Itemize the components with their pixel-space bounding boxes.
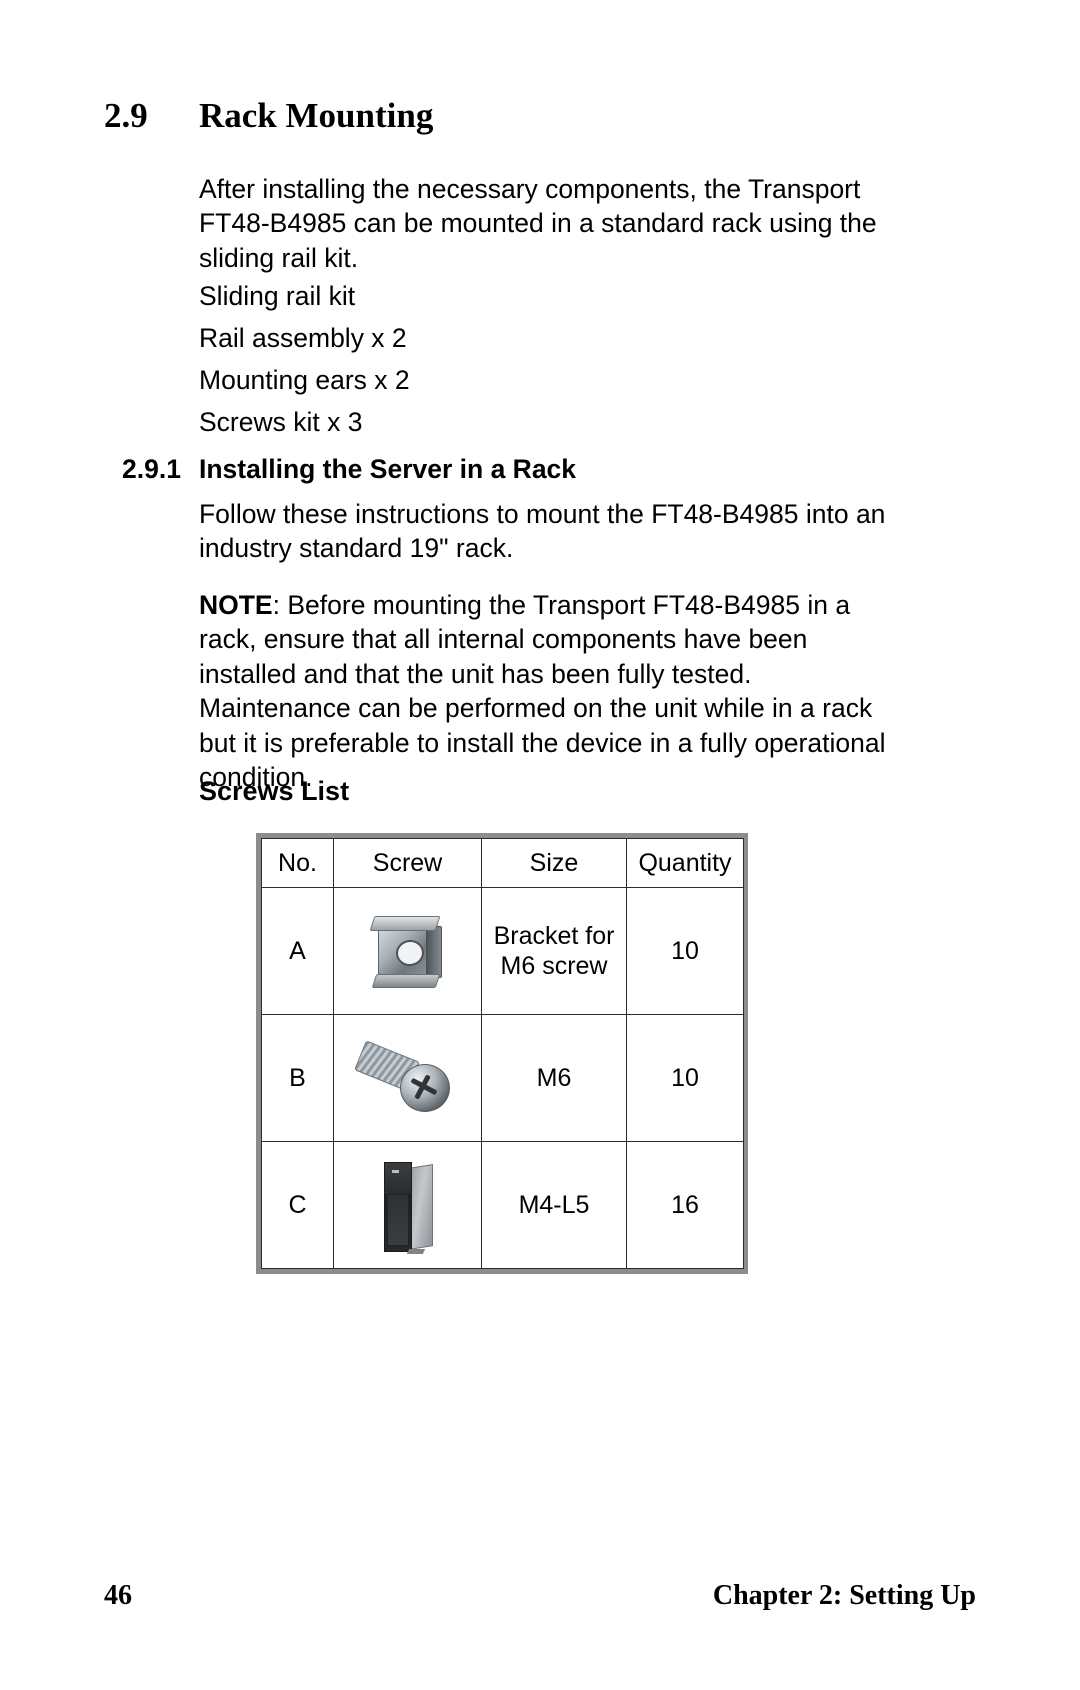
row-c-no: C (261, 1141, 334, 1269)
row-b-size: M6 (481, 1014, 627, 1142)
row-b-no: B (261, 1014, 334, 1142)
subsection-title: Installing the Server in a Rack (199, 454, 577, 484)
table-row: A Bracket for M6 screw 10 (261, 887, 744, 1015)
table-header-row: No. Screw Size Quantity (261, 838, 744, 888)
row-a-size-line2: M6 screw (500, 952, 608, 980)
cage-nut-bracket-icon (369, 912, 446, 990)
table-row: C M4-L5 16 (261, 1141, 744, 1269)
note-body: : Before mounting the Transport FT48-B49… (199, 590, 886, 793)
subsection-heading: 2.9.1 Installing the Server in a Rack (122, 453, 962, 486)
footer-chapter-label: Chapter 2: Setting Up (712, 1580, 976, 1611)
section-heading: 2.9 Rack Mounting (104, 96, 964, 136)
screws-list-table: No. Screw Size Quantity A Bracket for M6… (261, 838, 744, 1269)
table-row: B M6 10 (261, 1014, 744, 1142)
note-label: NOTE (199, 590, 273, 620)
row-c-size: M4-L5 (481, 1141, 627, 1269)
footer-page-number: 46 (104, 1580, 132, 1611)
screws-list-table-container: No. Screw Size Quantity A Bracket for M6… (256, 833, 748, 1274)
page-footer: 46 Chapter 2: Setting Up (104, 1580, 976, 1612)
kit-item-rail-assembly: Rail assembly x 2 (199, 323, 407, 353)
intro-paragraph: After installing the necessary component… (199, 174, 877, 273)
kit-item-screws-kit: Screws kit x 3 (199, 407, 363, 437)
column-header-screw: Screw (333, 838, 482, 888)
column-header-size: Size (481, 838, 627, 888)
column-header-quantity: Quantity (626, 838, 744, 888)
row-a-quantity: 10 (626, 887, 744, 1015)
page-title: Rack Mounting (199, 96, 434, 135)
row-a-size-line1: Bracket for (493, 921, 615, 950)
pan-head-screw-icon (352, 1036, 464, 1120)
section-number: 2.9 (104, 96, 148, 135)
document-page: 2.9 Rack Mounting After installing the n… (0, 0, 1080, 1690)
row-a-screw-image-cell (333, 887, 482, 1015)
row-b-quantity: 10 (626, 1014, 744, 1142)
note-paragraph: NOTE: Before mounting the Transport FT48… (199, 588, 899, 795)
kit-item-sliding-rail-kit: Sliding rail kit (199, 281, 356, 311)
screws-list-heading: Screws List (199, 776, 350, 806)
row-c-screw-image-cell (333, 1141, 482, 1269)
kit-item-mounting-ears: Mounting ears x 2 (199, 365, 410, 395)
column-header-no: No. (261, 838, 334, 888)
tower-chassis-icon (380, 1156, 436, 1254)
row-a-no: A (261, 887, 334, 1015)
row-b-screw-image-cell (333, 1014, 482, 1142)
subsection-body-paragraph: Follow these instructions to mount the F… (199, 499, 886, 564)
subsection-number: 2.9.1 (122, 454, 181, 484)
row-a-size: Bracket for M6 screw (481, 887, 627, 1015)
row-c-quantity: 16 (626, 1141, 744, 1269)
